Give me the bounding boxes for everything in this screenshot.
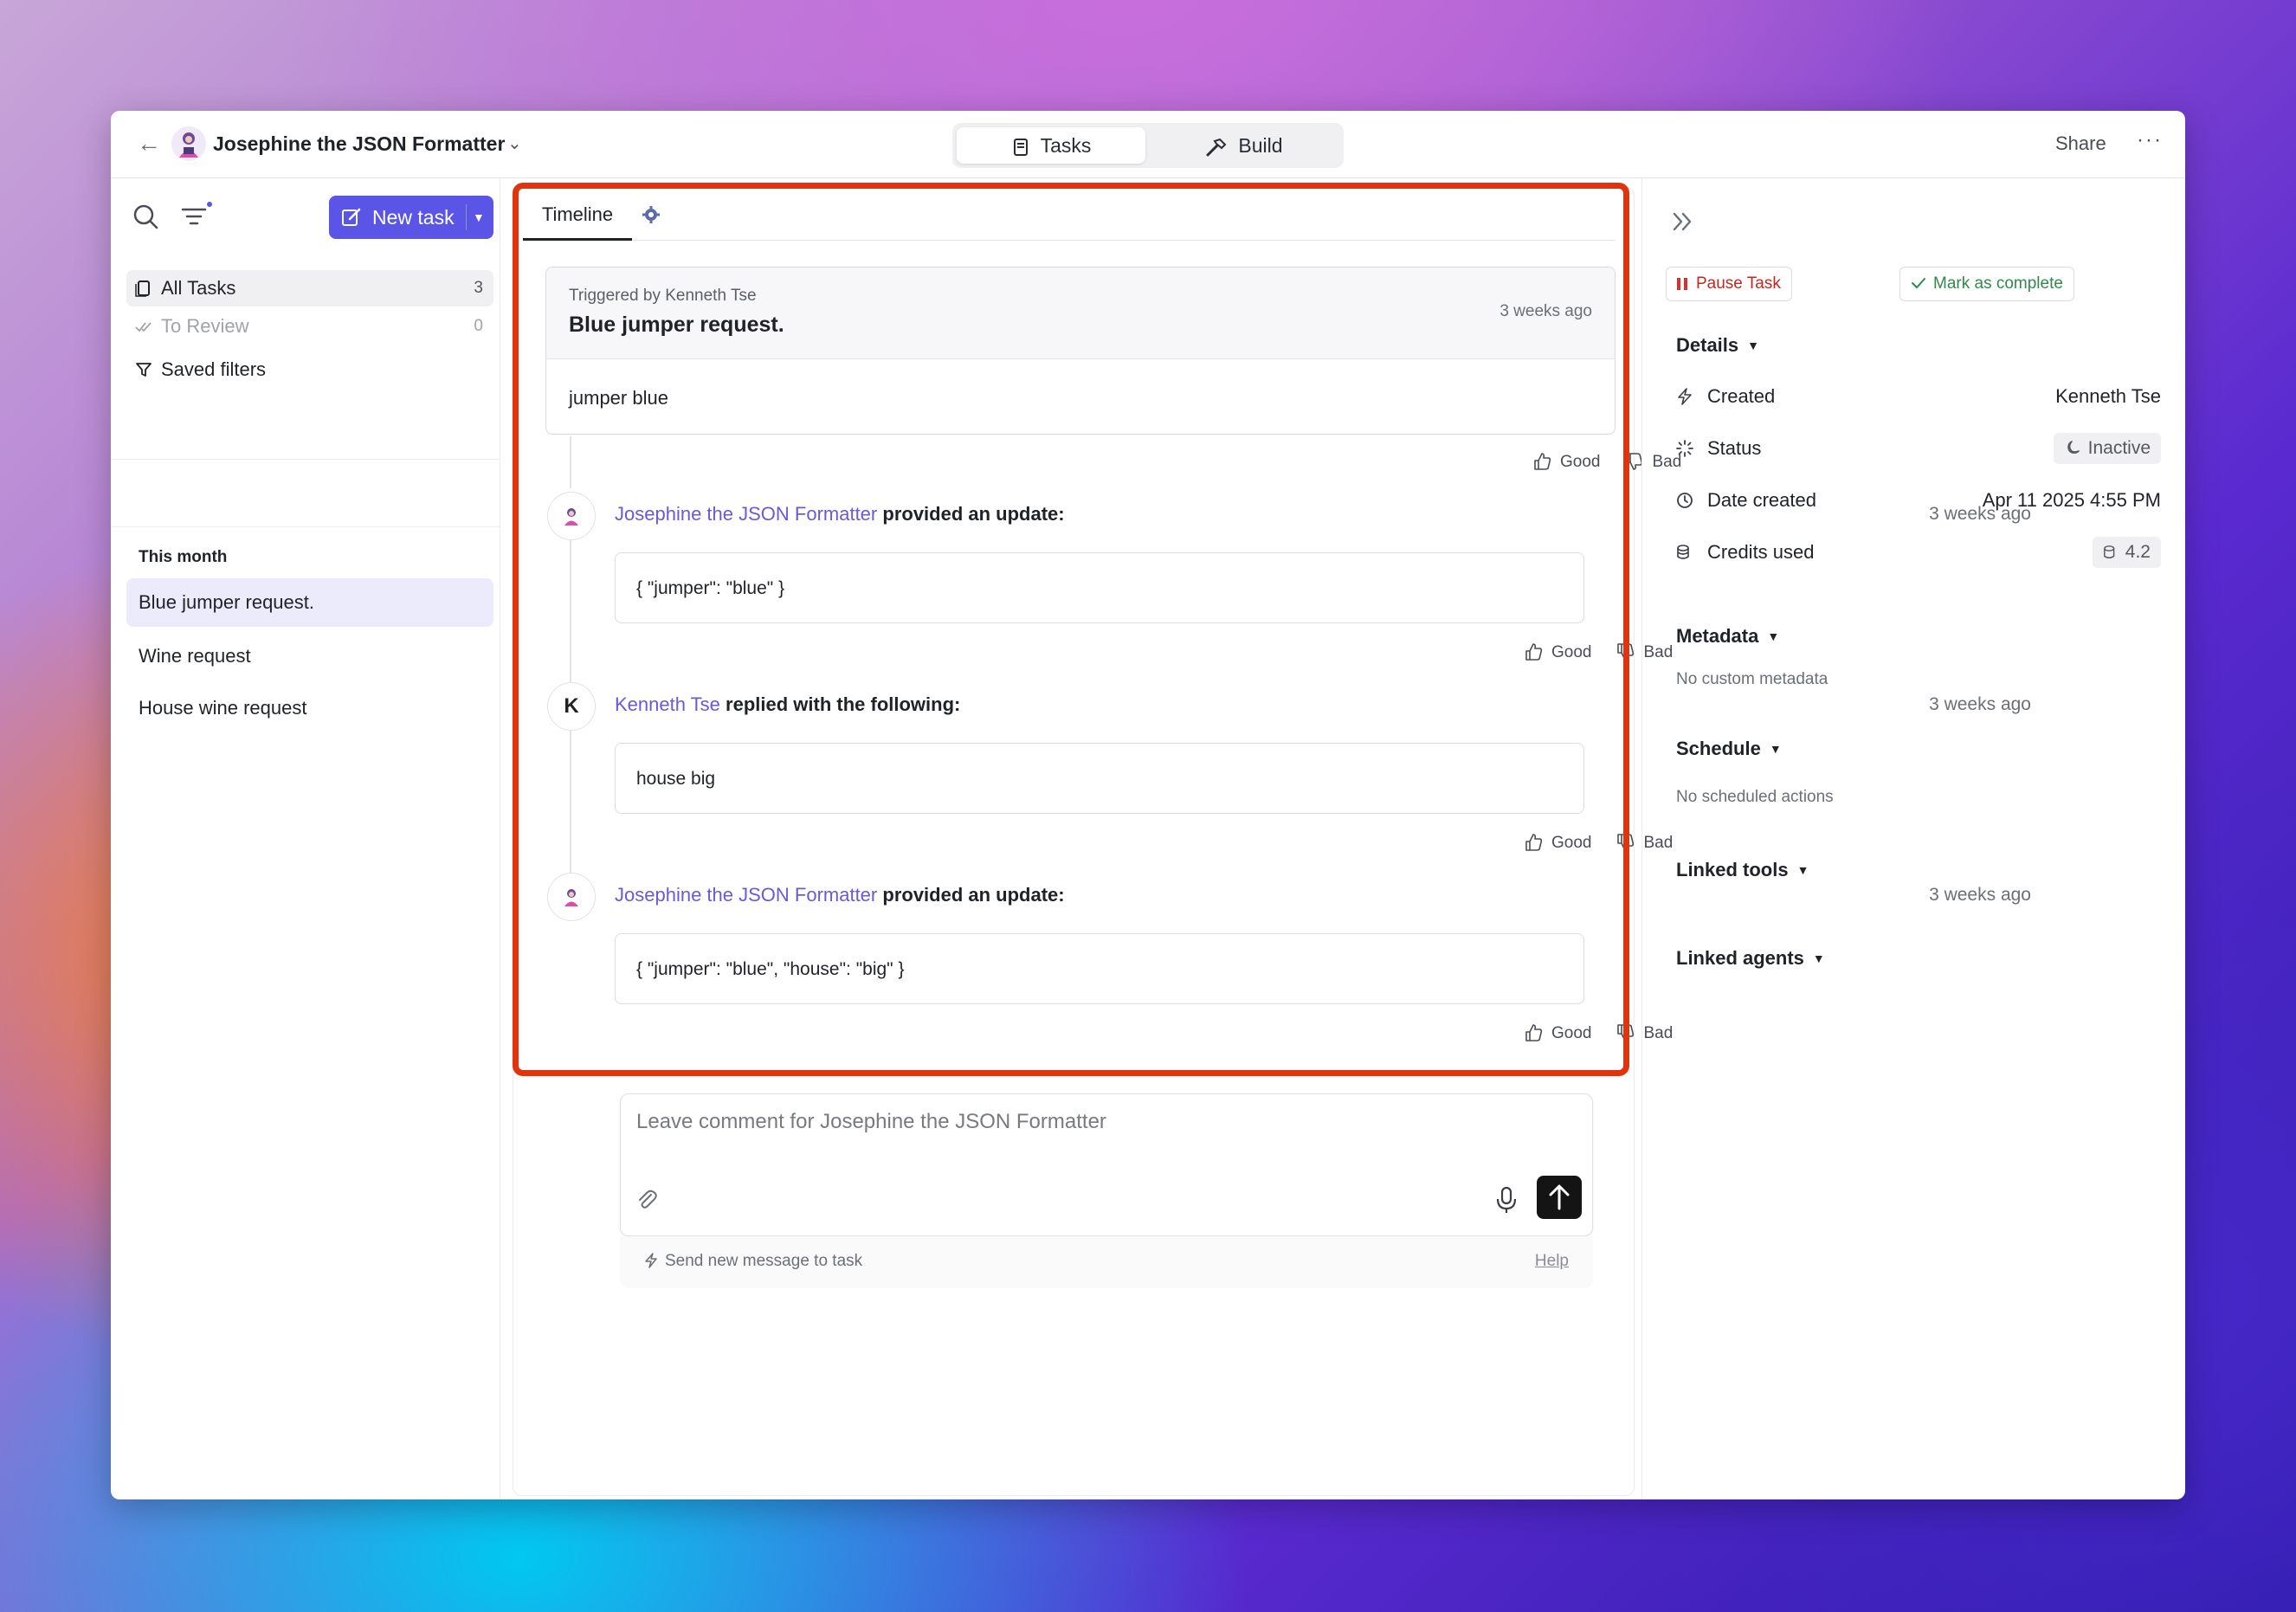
nav-all-tasks-count: 3 — [474, 279, 483, 297]
help-link[interactable]: Help — [1535, 1252, 1569, 1271]
comment-footer: Send new message to task Help — [620, 1236, 1593, 1288]
details-panel — [1641, 178, 2185, 1499]
triangle-down-icon: ▼ — [1769, 742, 1782, 756]
credits-value: 4.2 — [2125, 542, 2151, 562]
triangle-down-icon: ▼ — [1812, 951, 1825, 965]
date-created-value: Apr 11 2025 4:55 PM — [1982, 489, 2161, 511]
status-value: Inactive — [2087, 438, 2151, 458]
send-button[interactable] — [1537, 1176, 1582, 1219]
tab-tasks-label: Tasks — [1040, 134, 1092, 157]
microphone-icon[interactable] — [1493, 1185, 1519, 1215]
comment-input[interactable] — [636, 1110, 1416, 1134]
task-item[interactable]: Blue jumper request. — [126, 578, 493, 627]
documents-icon — [135, 280, 150, 297]
edit-icon — [342, 208, 361, 226]
new-task-button[interactable]: New task ▼ — [329, 196, 493, 239]
triangle-down-icon: ▼ — [1767, 629, 1780, 643]
highlight-frame — [513, 183, 1629, 1076]
metadata-title: Metadata — [1676, 625, 1759, 647]
top-bar: ← Josephine the JSON Formatter ⌄ Tasks B… — [111, 111, 2185, 178]
pause-task-label: Pause Task — [1696, 274, 1781, 293]
triangle-down-icon: ▼ — [1796, 863, 1809, 877]
app-window: ← Josephine the JSON Formatter ⌄ Tasks B… — [111, 111, 2185, 1499]
search-icon[interactable] — [132, 203, 166, 237]
mark-complete-button[interactable]: Mark as complete — [1899, 267, 2074, 301]
linked-agents-toggle[interactable]: Linked agents ▼ — [1676, 947, 1825, 970]
nav-saved-filters[interactable]: Saved filters — [126, 351, 493, 388]
mark-complete-label: Mark as complete — [1933, 274, 2063, 293]
arrow-up-icon — [1549, 1184, 1570, 1210]
linked-tools-title: Linked tools — [1676, 859, 1789, 880]
collapse-panel-icon[interactable] — [1669, 208, 1697, 235]
prop-created: Created Kenneth Tse — [1676, 379, 2161, 414]
comment-box — [620, 1093, 1593, 1236]
status-badge: Inactive — [2053, 433, 2161, 464]
triangle-down-icon: ▼ — [1747, 339, 1760, 352]
lightning-icon — [1678, 388, 1692, 405]
task-item[interactable]: House wine request — [126, 684, 493, 732]
sidebar-divider-2 — [111, 526, 500, 527]
nav-all-tasks[interactable]: All Tasks 3 — [126, 270, 493, 306]
more-options-icon[interactable]: ··· — [2137, 126, 2163, 154]
button-divider — [466, 204, 467, 230]
chevron-down-icon[interactable]: ⌄ — [507, 130, 522, 158]
filter-icon[interactable] — [180, 201, 215, 235]
linked-tools-toggle[interactable]: Linked tools ▼ — [1676, 859, 1809, 881]
agent-avatar — [171, 126, 206, 161]
footer-hint: Send new message to task — [644, 1252, 862, 1271]
task-item[interactable]: Wine request — [126, 632, 493, 680]
created-value: Kenneth Tse — [2055, 385, 2161, 407]
nav-saved-filters-label: Saved filters — [161, 358, 267, 380]
details-title: Details — [1676, 334, 1739, 356]
pause-task-button[interactable]: Pause Task — [1666, 267, 1792, 301]
schedule-section-toggle[interactable]: Schedule ▼ — [1676, 738, 1782, 760]
view-switcher: Tasks Build — [952, 123, 1344, 168]
tab-build-label: Build — [1238, 134, 1283, 157]
schedule-empty: No scheduled actions — [1676, 788, 1834, 806]
details-section-toggle[interactable]: Details ▼ — [1676, 334, 1759, 357]
nav-to-review-label: To Review — [161, 315, 249, 337]
prop-status: Status Inactive — [1676, 431, 2161, 466]
credits-badge: 4.2 — [2092, 537, 2161, 568]
tasks-icon — [1013, 139, 1028, 156]
double-check-icon — [135, 322, 152, 332]
sidebar-section-divider — [111, 459, 500, 460]
moon-icon — [2067, 441, 2080, 454]
tab-build[interactable]: Build — [1150, 127, 1338, 164]
created-label: Created — [1707, 385, 1776, 407]
status-label: Status — [1707, 437, 1762, 459]
caret-down-icon[interactable]: ▼ — [473, 196, 485, 239]
coins-icon — [2103, 545, 2115, 559]
share-button[interactable]: Share — [2055, 130, 2106, 158]
schedule-title: Schedule — [1676, 738, 1761, 759]
agent-name[interactable]: Josephine the JSON Formatter — [213, 130, 505, 158]
nav-to-review[interactable]: To Review 0 — [126, 308, 493, 345]
new-task-label: New task — [372, 206, 455, 229]
funnel-icon — [136, 363, 152, 377]
linked-agents-title: Linked agents — [1676, 947, 1804, 969]
metadata-section-toggle[interactable]: Metadata ▼ — [1676, 625, 1779, 648]
back-arrow-icon[interactable]: ← — [133, 128, 164, 159]
attachment-icon[interactable] — [635, 1188, 659, 1212]
lightning-icon — [645, 1253, 657, 1268]
clock-icon — [1677, 493, 1693, 508]
prop-date-created: Date created Apr 11 2025 4:55 PM — [1676, 483, 2161, 518]
nav-all-tasks-label: All Tasks — [161, 277, 236, 299]
check-icon — [1912, 278, 1925, 289]
prop-credits: Credits used 4.2 — [1676, 535, 2161, 570]
task-sidebar: New task ▼ All Tasks 3 To Review 0 Saved… — [111, 178, 500, 1499]
section-this-month: This month — [139, 548, 228, 566]
metadata-empty: No custom metadata — [1676, 670, 1828, 688]
loader-icon — [1676, 440, 1693, 457]
nav-to-review-count: 0 — [474, 317, 483, 335]
footer-hint-text: Send new message to task — [665, 1252, 863, 1270]
tab-tasks[interactable]: Tasks — [957, 127, 1145, 164]
date-created-label: Date created — [1707, 489, 1816, 511]
hammer-icon — [1206, 138, 1227, 157]
credits-label: Credits used — [1707, 541, 1815, 563]
pause-icon — [1677, 278, 1687, 290]
coins-icon — [1677, 545, 1689, 559]
